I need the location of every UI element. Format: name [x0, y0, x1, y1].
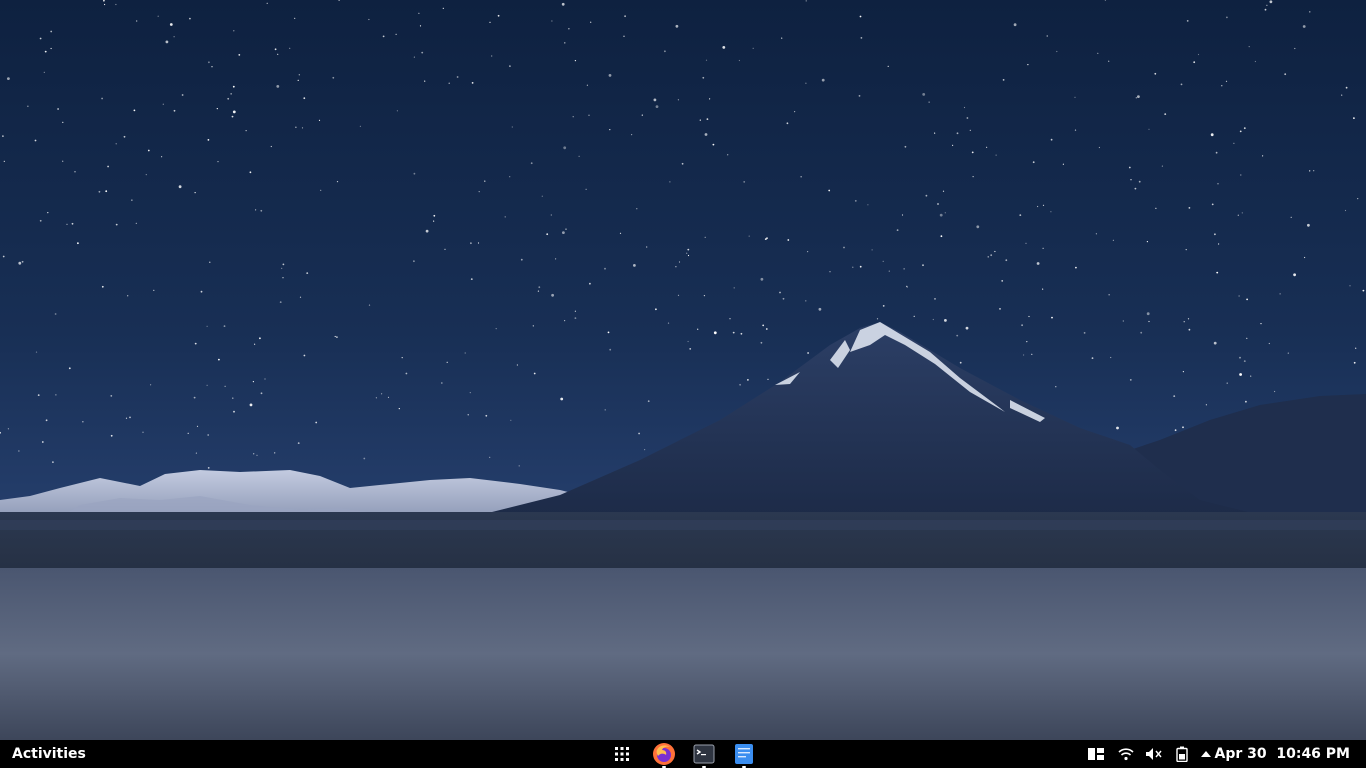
show-apps-button[interactable]: [610, 742, 634, 766]
app-grid-icon: [615, 747, 629, 761]
activities-button[interactable]: Activities: [0, 740, 98, 768]
wifi-icon: [1118, 748, 1134, 761]
clock-time: 10:46 PM: [1276, 746, 1350, 762]
date-time-clock[interactable]: Apr 30 10:46 PM: [1214, 740, 1350, 768]
terminal-icon: [693, 744, 715, 764]
menu-arrow-up-icon: [1201, 751, 1211, 757]
text-editor-icon: [735, 744, 753, 764]
battery-icon: [1176, 746, 1188, 762]
system-menu-arrow[interactable]: [1196, 744, 1216, 764]
firefox-icon: [653, 743, 675, 765]
text-editor-launcher[interactable]: [732, 742, 756, 768]
clock-date: Apr 30: [1214, 746, 1267, 762]
workspace-switcher[interactable]: [1086, 744, 1106, 764]
battery-indicator[interactable]: [1172, 744, 1192, 764]
wifi-indicator[interactable]: [1116, 744, 1136, 764]
firefox-launcher[interactable]: [652, 742, 676, 768]
top-bar: Activities Apr 30 10:46 PM: [0, 740, 1366, 768]
terminal-launcher[interactable]: [692, 742, 716, 768]
volume-indicator[interactable]: [1144, 744, 1164, 764]
workspace-switcher-icon: [1088, 748, 1104, 760]
volume-muted-icon: [1146, 748, 1162, 760]
desktop-wallpaper: [0, 0, 1366, 740]
night-mountain-landscape: [0, 0, 1366, 740]
